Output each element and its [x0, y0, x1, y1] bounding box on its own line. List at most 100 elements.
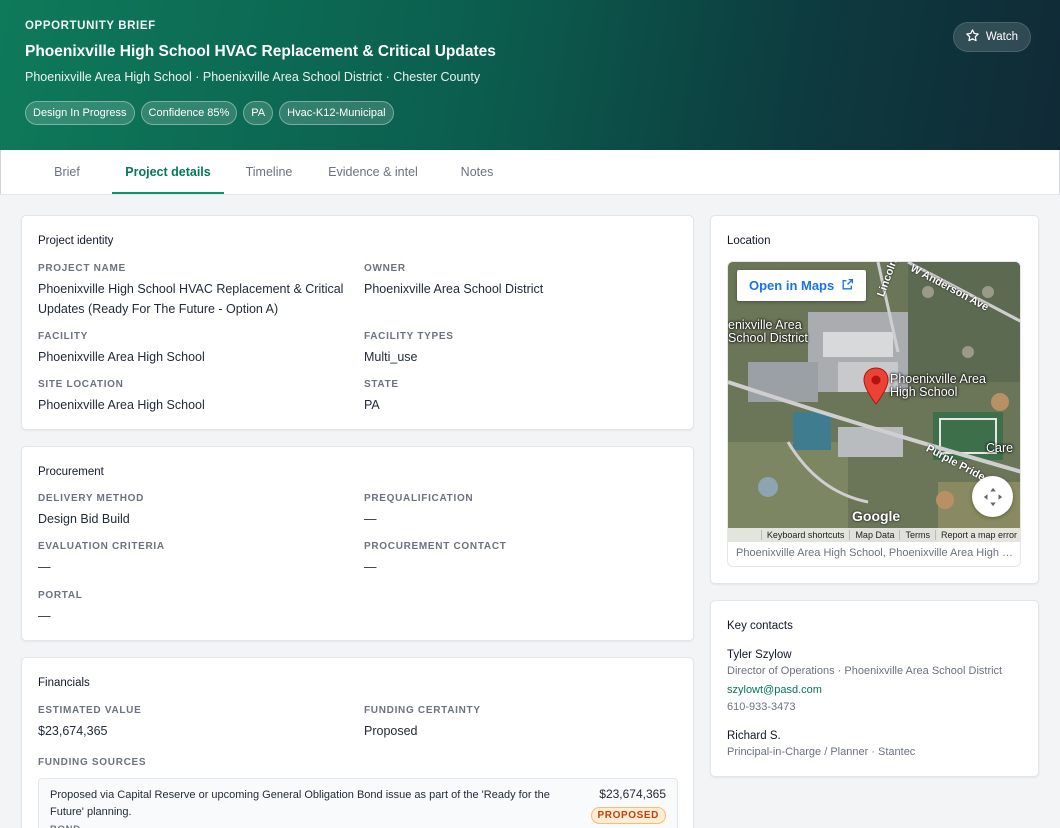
field-value: Phoenixville High School HVAC Replacemen… [38, 279, 358, 319]
opportunity-header: OPPORTUNITY BRIEF Phoenixville High Scho… [0, 0, 1060, 150]
field-label: DELIVERY METHOD [38, 493, 145, 504]
field-value: — [364, 512, 377, 526]
tab-project-details[interactable]: Project details [112, 150, 224, 194]
field-value: Multi_use [364, 350, 418, 364]
contact-role: Director of Operations · Phoenixville Ar… [727, 665, 1003, 677]
tab-timeline[interactable]: Timeline [237, 150, 301, 194]
field-label: SITE LOCATION [38, 379, 124, 390]
financials-card: Financials ESTIMATED VALUE $23,674,365 F… [21, 657, 694, 828]
field-label: FACILITY [38, 331, 89, 342]
map-caption: Phoenixville Area High School, Phoenixvi… [736, 547, 1016, 559]
external-link-icon [841, 278, 854, 294]
project-name-line: Phoenixville High School HVAC Replacemen… [38, 282, 344, 296]
card-title: Procurement [38, 466, 104, 478]
header-eyebrow: OPPORTUNITY BRIEF [25, 20, 156, 32]
funding-sources-field: FUNDING SOURCES [38, 757, 146, 768]
field-value: Phoenixville Area High School [38, 398, 205, 412]
owner-field: OWNER Phoenixville Area School District [364, 263, 543, 299]
contact-phone[interactable]: 610-933-3473 [727, 701, 796, 713]
field-value: Design Bid Build [38, 512, 130, 526]
funding-certainty-field: FUNDING CERTAINTY Proposed [364, 705, 481, 741]
header-subtitle: Phoenixville Area High School · Phoenixv… [25, 70, 481, 84]
field-value: — [38, 560, 51, 574]
contact-name: Tyler Szylow [727, 649, 792, 661]
map-label-line: School District [728, 331, 808, 345]
map-place-label: Phoenixville Area High School [890, 373, 986, 399]
field-label: PORTAL [38, 590, 83, 601]
contact-email-link[interactable]: szylowt@pasd.com [727, 684, 822, 696]
location-map[interactable]: Open in Maps Lincoln W Anderson Ave Purp… [727, 261, 1021, 567]
delivery-method-field: DELIVERY METHOD Design Bid Build [38, 493, 144, 529]
tab-evidence-intel[interactable]: Evidence & intel [319, 150, 427, 194]
site-location-field: SITE LOCATION Phoenixville Area High Sch… [38, 379, 205, 415]
field-value: PA [364, 398, 380, 412]
card-title: Key contacts [727, 620, 793, 632]
project-name-field: PROJECT NAME Phoenixville High School HV… [38, 263, 358, 319]
tab-bar: Brief Project details Timeline Evidence … [0, 150, 1060, 195]
map-place-label: enixville Area School District [728, 319, 808, 345]
portal-field: PORTAL — [38, 590, 83, 626]
evaluation-criteria-field: EVALUATION CRITERIA — [38, 541, 165, 577]
star-icon [965, 28, 980, 46]
contact-name: Richard S. [727, 730, 781, 742]
field-label: ESTIMATED VALUE [38, 705, 142, 716]
keyboard-shortcuts-link[interactable]: Keyboard shortcuts [760, 530, 850, 540]
card-title: Location [727, 235, 771, 247]
key-contacts-card: Key contacts Tyler Szylow Director of Op… [710, 600, 1039, 777]
field-value: $23,674,365 [38, 724, 108, 738]
map-data-link[interactable]: Map Data [849, 530, 899, 540]
map-place-label: Care [986, 441, 1014, 455]
field-label: PROCUREMENT CONTACT [364, 541, 507, 552]
watch-label: Watch [985, 31, 1018, 43]
field-label: FACILITY TYPES [364, 331, 454, 342]
procurement-contact-field: PROCUREMENT CONTACT — [364, 541, 507, 577]
proposed-badge: PROPOSED [590, 807, 666, 824]
funding-source-amount: $23,674,365 [599, 787, 666, 801]
procurement-card: Procurement DELIVERY METHOD Design Bid B… [21, 446, 694, 641]
category-chip: Hvac-K12-Municipal [279, 101, 394, 125]
prequalification-field: PREQUALIFICATION — [364, 493, 473, 529]
field-label: STATE [364, 379, 399, 390]
field-value: Proposed [364, 724, 418, 738]
page-title: Phoenixville High School HVAC Replacemen… [25, 43, 496, 60]
field-value: Phoenixville Area School District [364, 282, 544, 296]
card-title: Financials [38, 677, 90, 689]
field-label: PREQUALIFICATION [364, 493, 474, 504]
state-chip: PA [243, 101, 274, 125]
satellite-map[interactable]: Open in Maps Lincoln W Anderson Ave Purp… [728, 262, 1020, 542]
funding-source-type: BOND [50, 824, 81, 828]
funding-source-item: Proposed via Capital Reserve or upcoming… [38, 778, 678, 828]
facility-types-field: FACILITY TYPES Multi_use [364, 331, 454, 367]
field-label: PROJECT NAME [38, 263, 126, 274]
field-label: EVALUATION CRITERIA [38, 541, 165, 552]
funding-source-description: Proposed via Capital Reserve or upcoming… [50, 789, 550, 818]
field-label: FUNDING SOURCES [38, 757, 147, 768]
terms-link[interactable]: Terms [899, 530, 935, 540]
status-chips: Design In Progress Confidence 85% PA Hva… [25, 101, 1035, 125]
report-map-error-link[interactable]: Report a map error [934, 530, 1020, 540]
watch-button[interactable]: Watch [952, 22, 1031, 52]
status-chip: Design In Progress [25, 101, 135, 125]
map-camera-control-icon[interactable] [972, 476, 1013, 517]
tab-notes[interactable]: Notes [449, 150, 505, 194]
location-card: Location Open in Maps Lincoln W Anderson… [710, 215, 1039, 584]
field-label: FUNDING CERTAINTY [364, 705, 481, 716]
google-logo: Google [852, 508, 901, 524]
project-identity-card: Project identity PROJECT NAME Phoenixvil… [21, 215, 694, 430]
field-value: — [364, 560, 377, 574]
facility-field: FACILITY Phoenixville Area High School [38, 331, 205, 367]
tab-brief[interactable]: Brief [41, 150, 93, 194]
map-attribution: Keyboard shortcuts Map Data Terms Report… [728, 528, 1020, 542]
field-value: — [38, 609, 51, 623]
estimated-value-field: ESTIMATED VALUE $23,674,365 [38, 705, 141, 741]
open-in-maps-label: Open in Maps [749, 278, 835, 293]
state-field: STATE PA [364, 379, 399, 415]
contact-role: Principal-in-Charge / Planner · Stantec [727, 746, 916, 758]
field-value: Phoenixville Area High School [38, 350, 205, 364]
map-label-line: High School [890, 385, 958, 399]
field-label: OWNER [364, 263, 406, 274]
map-pin-icon[interactable] [862, 367, 890, 410]
confidence-chip: Confidence 85% [140, 101, 238, 125]
project-name-line: Updates (Ready For The Future - Option A… [38, 302, 279, 316]
open-in-maps-button[interactable]: Open in Maps [737, 270, 867, 301]
